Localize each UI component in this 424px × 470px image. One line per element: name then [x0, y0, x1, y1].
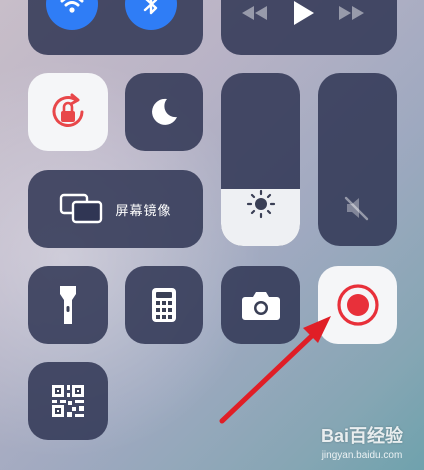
calculator-icon [151, 287, 177, 323]
calculator-button[interactable] [125, 266, 203, 344]
watermark: Bai百经验 jingyan.baidu.com [306, 422, 418, 461]
record-icon [336, 283, 380, 327]
wifi-icon [59, 0, 85, 17]
do-not-disturb-button[interactable] [125, 73, 203, 151]
orientation-lock-button[interactable] [28, 73, 108, 151]
screen-recording-button[interactable] [318, 266, 397, 344]
flashlight-button[interactable] [28, 266, 108, 344]
speaker-muted-icon [343, 195, 371, 221]
qr-scanner-button[interactable] [28, 362, 108, 440]
camera-button[interactable] [221, 266, 300, 344]
watermark-url: jingyan.baidu.com [321, 450, 403, 461]
screen-mirroring-button[interactable]: 屏幕镜像 [28, 170, 203, 248]
previous-track-icon[interactable] [239, 4, 269, 22]
volume-slider[interactable] [318, 73, 397, 246]
bluetooth-icon [140, 0, 162, 17]
camera-icon [241, 289, 281, 321]
flashlight-icon [58, 284, 78, 326]
screen-mirroring-label: 屏幕镜像 [115, 203, 172, 219]
sun-icon [246, 189, 276, 219]
rotation-lock-icon [46, 90, 90, 134]
next-track-icon[interactable] [337, 4, 367, 22]
screen-mirroring-icon [59, 192, 105, 226]
media-control-module [221, 0, 397, 55]
moon-icon [147, 95, 181, 129]
watermark-brand: Bai百经验 [320, 426, 403, 446]
brightness-slider[interactable] [221, 73, 300, 246]
play-icon[interactable] [291, 0, 315, 26]
qr-code-icon [50, 383, 86, 419]
